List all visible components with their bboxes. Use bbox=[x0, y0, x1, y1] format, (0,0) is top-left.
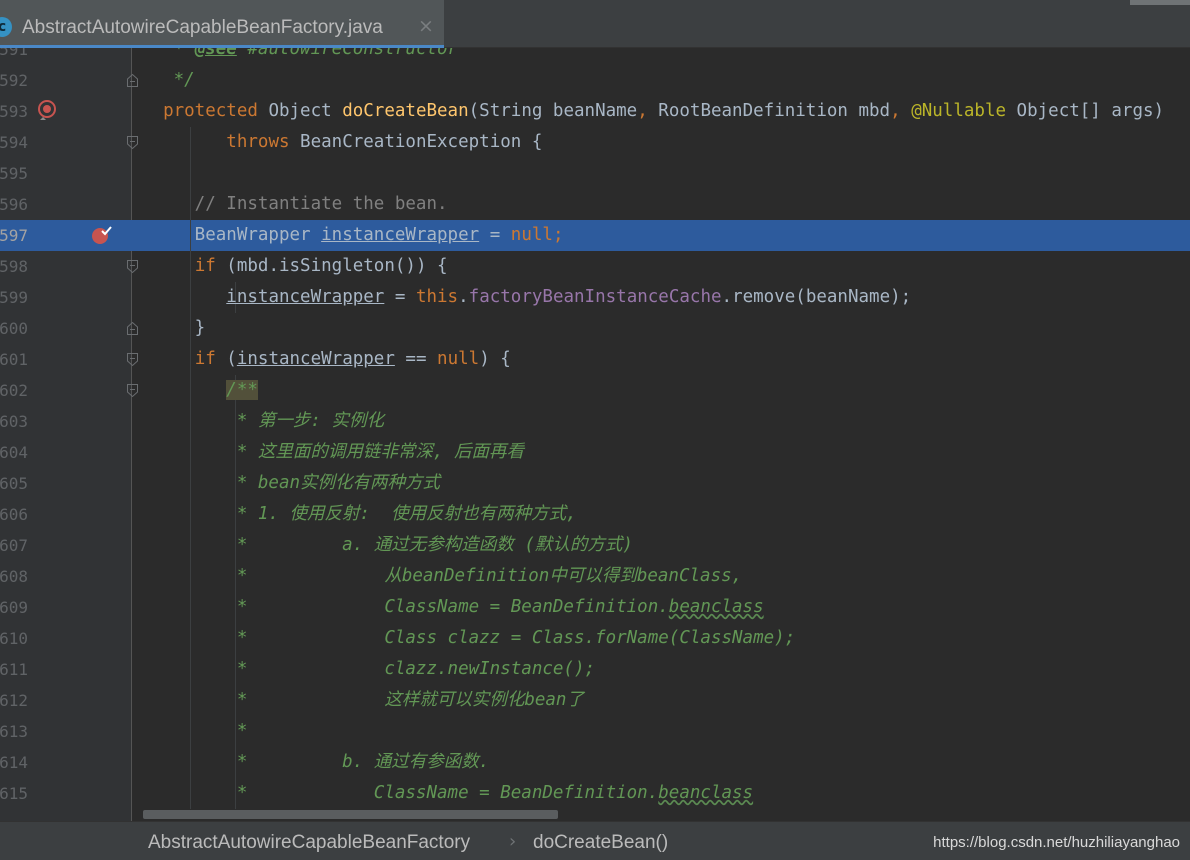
line-number[interactable]: 602 bbox=[0, 375, 28, 406]
breakpoint-icon[interactable] bbox=[91, 225, 113, 247]
code-text[interactable]: * 这样就可以实例化bean了 bbox=[142, 685, 584, 716]
code-line[interactable]: 606 * 1. 使用反射: 使用反射也有两种方式, bbox=[0, 499, 1190, 530]
code-line[interactable]: 604 * 这里面的调用链非常深, 后面再看 bbox=[0, 437, 1190, 468]
code-text[interactable]: * 第一步: 实例化 bbox=[142, 406, 384, 437]
line-number[interactable]: 607 bbox=[0, 530, 28, 561]
code-text[interactable]: * b. 通过有参函数. bbox=[142, 747, 490, 778]
line-number[interactable]: 598 bbox=[0, 251, 28, 282]
java-class-icon: c bbox=[0, 17, 12, 37]
line-number[interactable]: 604 bbox=[0, 437, 28, 468]
code-line[interactable]: 605 * bean实例化有两种方式 bbox=[0, 468, 1190, 499]
line-number[interactable]: 599 bbox=[0, 282, 28, 313]
close-icon[interactable]: × bbox=[418, 15, 434, 37]
code-line[interactable]: 609 * ClassName = BeanDefinition.beancla… bbox=[0, 592, 1190, 623]
code-line[interactable]: 594 throws BeanCreationException { bbox=[0, 127, 1190, 158]
code-text[interactable]: if (instanceWrapper == null) { bbox=[142, 344, 511, 375]
code-text[interactable]: * 这里面的调用链非常深, 后面再看 bbox=[142, 437, 524, 468]
breadcrumb-class[interactable]: AbstractAutowireCapableBeanFactory bbox=[148, 832, 470, 854]
line-number[interactable]: 597 bbox=[0, 220, 28, 251]
code-line[interactable]: 607 * a. 通过无参构造函数 (默认的方式) bbox=[0, 530, 1190, 561]
fold-icon[interactable] bbox=[126, 73, 139, 88]
breadcrumb: AbstractAutowireCapableBeanFactory › doC… bbox=[0, 821, 1190, 860]
window-control-strip bbox=[1130, 0, 1190, 5]
fold-icon[interactable] bbox=[126, 321, 139, 336]
code-line[interactable]: 610 * Class clazz = Class.forName(ClassN… bbox=[0, 623, 1190, 654]
code-text[interactable]: * bbox=[142, 716, 248, 747]
code-text[interactable]: * @see #autowireConstructor bbox=[142, 48, 459, 65]
code-text[interactable]: protected Object doCreateBean(String bea… bbox=[142, 96, 1164, 127]
line-number[interactable]: 611 bbox=[0, 654, 28, 685]
code-text[interactable]: /** bbox=[142, 375, 258, 406]
code-line[interactable]: 603 * 第一步: 实例化 bbox=[0, 406, 1190, 437]
code-text[interactable]: throws BeanCreationException { bbox=[142, 127, 542, 158]
indent-guide bbox=[190, 158, 191, 189]
code-text[interactable]: * clazz.newInstance(); bbox=[142, 654, 595, 685]
code-editor[interactable]: 591 * @see #autowireConstructor 592 */593… bbox=[0, 48, 1190, 821]
code-text[interactable]: */ bbox=[142, 65, 195, 96]
code-text[interactable]: * ClassName = BeanDefinition.beanclass bbox=[142, 778, 753, 809]
code-line[interactable]: 608 * 从beanDefinition中可以得到beanClass, bbox=[0, 561, 1190, 592]
current-line[interactable]: 597 BeanWrapper instanceWrapper = null; bbox=[0, 220, 1190, 251]
tab-title: AbstractAutowireCapableBeanFactory.java bbox=[22, 17, 383, 38]
horizontal-scrollbar[interactable] bbox=[143, 810, 558, 819]
code-text[interactable]: * bean实例化有两种方式 bbox=[142, 468, 440, 499]
line-number[interactable]: 595 bbox=[0, 158, 28, 189]
line-number[interactable]: 612 bbox=[0, 685, 28, 716]
code-line[interactable]: 612 * 这样就可以实例化bean了 bbox=[0, 685, 1190, 716]
code-line[interactable]: 598 if (mbd.isSingleton()) { bbox=[0, 251, 1190, 282]
fold-icon[interactable] bbox=[126, 259, 139, 274]
code-text[interactable]: * 1. 使用反射: 使用反射也有两种方式, bbox=[142, 499, 577, 530]
code-line[interactable]: 591 * @see #autowireConstructor bbox=[0, 48, 1190, 65]
editor-tab-bar: c AbstractAutowireCapableBeanFactory.jav… bbox=[0, 0, 1190, 48]
code-line[interactable]: 600 } bbox=[0, 313, 1190, 344]
code-line[interactable]: 615 * ClassName = BeanDefinition.beancla… bbox=[0, 778, 1190, 809]
line-number[interactable]: 600 bbox=[0, 313, 28, 344]
line-number[interactable]: 592 bbox=[0, 65, 28, 96]
code-text[interactable]: * ClassName = BeanDefinition.beanclass bbox=[142, 592, 764, 623]
fold-icon[interactable] bbox=[126, 135, 139, 150]
code-line[interactable]: 599 instanceWrapper = this.factoryBeanIn… bbox=[0, 282, 1190, 313]
code-text[interactable]: } bbox=[142, 313, 206, 344]
breadcrumb-method[interactable]: doCreateBean() bbox=[533, 832, 668, 854]
code-text[interactable]: * a. 通过无参构造函数 (默认的方式) bbox=[142, 530, 633, 561]
line-number[interactable]: 605 bbox=[0, 468, 28, 499]
code-text[interactable]: * Class clazz = Class.forName(ClassName)… bbox=[142, 623, 795, 654]
code-line[interactable]: 593 protected Object doCreateBean(String… bbox=[0, 96, 1190, 127]
line-number[interactable]: 614 bbox=[0, 747, 28, 778]
line-number[interactable]: 608 bbox=[0, 561, 28, 592]
code-line[interactable]: 614 * b. 通过有参函数. bbox=[0, 747, 1190, 778]
code-text[interactable]: instanceWrapper = this.factoryBeanInstan… bbox=[142, 282, 911, 313]
code-line[interactable]: 613 * bbox=[0, 716, 1190, 747]
implemented-method-icon[interactable] bbox=[37, 100, 59, 124]
line-number[interactable]: 610 bbox=[0, 623, 28, 654]
code-line[interactable]: 595 bbox=[0, 158, 1190, 189]
line-number[interactable]: 593 bbox=[0, 96, 28, 127]
line-number[interactable]: 603 bbox=[0, 406, 28, 437]
watermark: https://blog.csdn.net/huzhiliayanghao bbox=[933, 834, 1180, 851]
line-number[interactable]: 609 bbox=[0, 592, 28, 623]
line-number[interactable]: 601 bbox=[0, 344, 28, 375]
code-line[interactable]: 592 */ bbox=[0, 65, 1190, 96]
line-number[interactable]: 596 bbox=[0, 189, 28, 220]
fold-icon[interactable] bbox=[126, 352, 139, 367]
code-text[interactable]: * 从beanDefinition中可以得到beanClass, bbox=[142, 561, 742, 592]
breadcrumb-separator: › bbox=[509, 831, 517, 852]
code-text[interactable]: // Instantiate the bean. bbox=[142, 189, 448, 220]
line-number[interactable]: 606 bbox=[0, 499, 28, 530]
code-line[interactable]: 611 * clazz.newInstance(); bbox=[0, 654, 1190, 685]
code-line[interactable]: 602 /** bbox=[0, 375, 1190, 406]
line-number[interactable]: 613 bbox=[0, 716, 28, 747]
editor-tab[interactable]: c AbstractAutowireCapableBeanFactory.jav… bbox=[0, 0, 444, 48]
line-number[interactable]: 591 bbox=[0, 48, 28, 65]
fold-icon[interactable] bbox=[126, 383, 139, 398]
code-text[interactable]: BeanWrapper instanceWrapper = null; bbox=[142, 220, 564, 251]
code-line[interactable]: 601 if (instanceWrapper == null) { bbox=[0, 344, 1190, 375]
code-line[interactable]: 596 // Instantiate the bean. bbox=[0, 189, 1190, 220]
line-number[interactable]: 615 bbox=[0, 778, 28, 809]
line-number[interactable]: 594 bbox=[0, 127, 28, 158]
code-text[interactable]: if (mbd.isSingleton()) { bbox=[142, 251, 448, 282]
